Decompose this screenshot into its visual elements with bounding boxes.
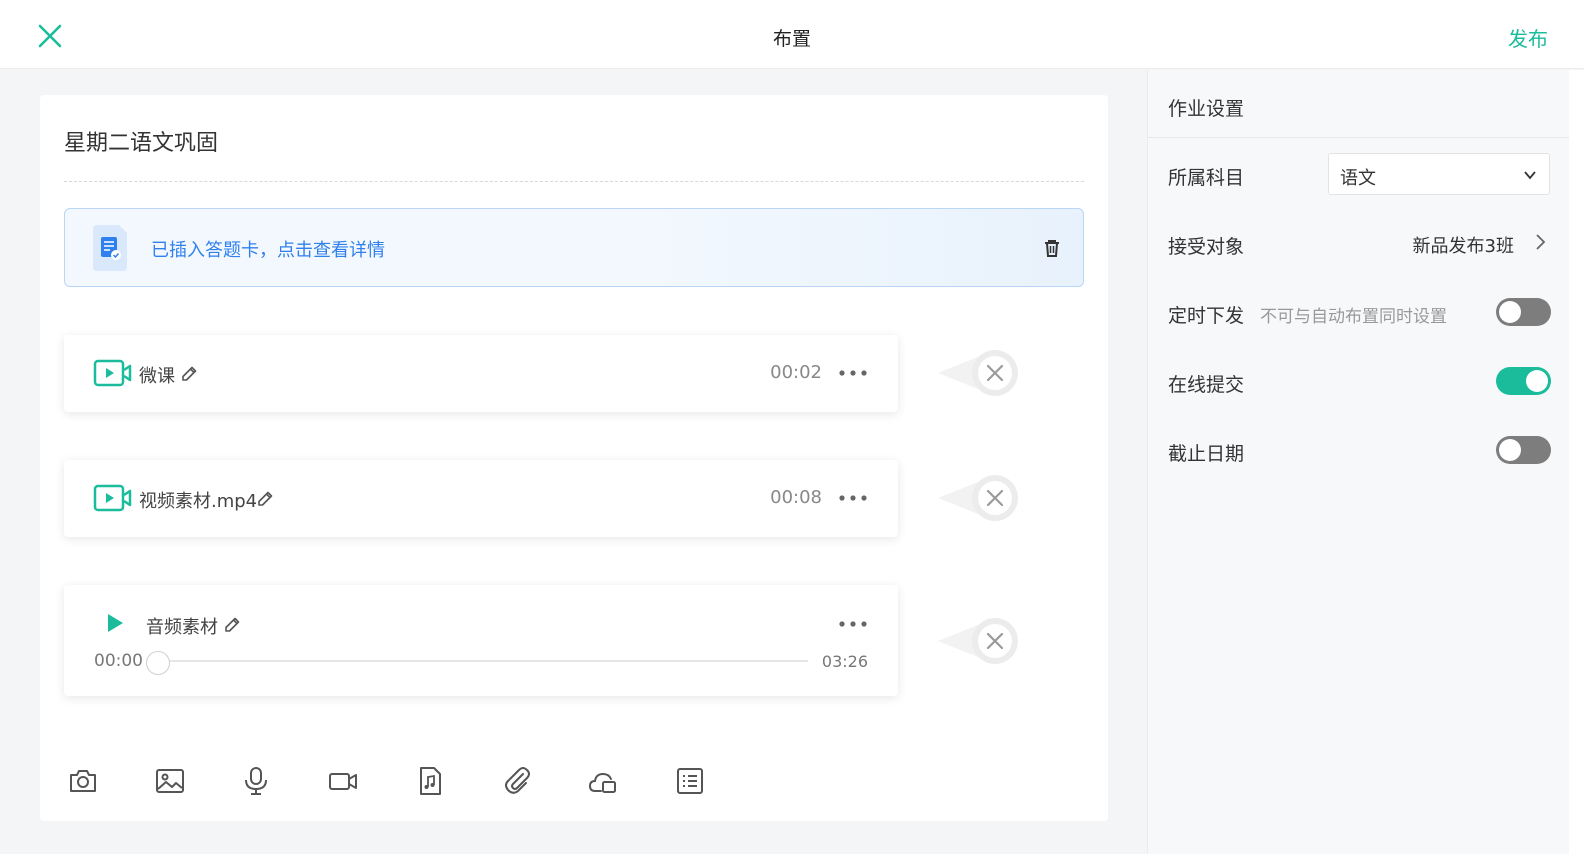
toggle-knob (1499, 301, 1521, 323)
toggle-knob (1526, 370, 1548, 392)
online-submit-toggle[interactable] (1496, 367, 1551, 395)
camera-icon[interactable] (67, 765, 99, 797)
media-name: 微课 (139, 366, 175, 387)
pencil-icon[interactable] (180, 365, 198, 383)
trash-icon[interactable] (1043, 238, 1061, 258)
insert-toolbar (64, 765, 764, 799)
online-submit-label: 在线提交 (1168, 374, 1245, 396)
answer-card-banner[interactable]: 已插入答题卡，点击查看详情 (64, 208, 1084, 287)
delete-media-button[interactable] (938, 472, 1023, 524)
attachment-icon[interactable] (501, 765, 533, 797)
more-options-icon[interactable] (838, 494, 868, 502)
subject-label: 所属科目 (1168, 167, 1245, 189)
play-icon[interactable] (106, 613, 124, 633)
scheduled-hint: 不可与自动布置同时设置 (1260, 307, 1447, 327)
audio-progress-handle[interactable] (146, 651, 170, 675)
music-file-icon[interactable] (414, 765, 446, 797)
audio-duration: 03:26 (821, 652, 868, 671)
receiver-value[interactable]: 新品发布3班 (1413, 232, 1514, 258)
publish-button[interactable]: 发布 (1508, 23, 1548, 52)
scheduled-toggle[interactable] (1496, 298, 1551, 326)
settings-title: 作业设置 (1168, 98, 1245, 120)
more-options-icon[interactable] (838, 369, 868, 377)
video-camera-icon[interactable] (327, 765, 359, 797)
subject-select[interactable]: 语文 (1328, 153, 1550, 195)
video-file-icon (93, 484, 132, 512)
homework-title[interactable]: 星期二语文巩固 (64, 125, 218, 157)
deadline-toggle[interactable] (1496, 436, 1551, 464)
subject-value: 语文 (1340, 168, 1376, 189)
audio-current-time: 00:00 (94, 651, 143, 671)
answer-card-link[interactable]: 已插入答题卡，点击查看详情 (151, 236, 385, 262)
media-name: 视频素材.mp4 (139, 491, 258, 512)
delete-media-button[interactable] (938, 615, 1023, 667)
chevron-right-icon[interactable] (1533, 233, 1547, 251)
chevron-down-icon (1524, 171, 1536, 180)
audio-progress-bar[interactable] (154, 660, 808, 662)
microphone-icon[interactable] (240, 765, 272, 797)
settings-header: 作业设置 (1148, 70, 1570, 138)
media-duration: 00:02 (770, 362, 822, 383)
answer-sheet-icon (93, 225, 127, 271)
cloud-device-icon[interactable] (587, 765, 619, 797)
toggle-knob (1499, 439, 1521, 461)
image-icon[interactable] (154, 765, 186, 797)
pencil-icon[interactable] (223, 616, 241, 634)
media-name: 音频素材 (146, 617, 218, 638)
receiver-label: 接受对象 (1168, 236, 1245, 258)
window-edge (1569, 70, 1584, 854)
list-icon[interactable] (674, 765, 706, 797)
top-bar: 布置 发布 (0, 0, 1584, 69)
deadline-label: 截止日期 (1168, 443, 1245, 465)
settings-panel: 作业设置 所属科目 语文 接受对象 新品发布3班 定时下发 不可与自动布置同时设… (1147, 70, 1570, 854)
video-file-icon (93, 359, 132, 387)
page-title: 布置 (772, 28, 811, 50)
homework-editor: 星期二语文巩固 已插入答题卡，点击查看详情 微课 00:02 视频素材.mp4 … (40, 95, 1108, 821)
media-card-audio: 音频素材 00:00 03:26 (64, 585, 898, 696)
media-duration: 00:08 (770, 487, 822, 508)
delete-media-button[interactable] (938, 347, 1023, 399)
more-options-icon[interactable] (838, 620, 868, 628)
pencil-icon[interactable] (256, 490, 274, 508)
scheduled-label: 定时下发 (1168, 305, 1245, 327)
title-divider (64, 181, 1084, 182)
media-card-video: 视频素材.mp4 00:08 (64, 460, 898, 537)
media-card-video: 微课 00:02 (64, 335, 898, 412)
